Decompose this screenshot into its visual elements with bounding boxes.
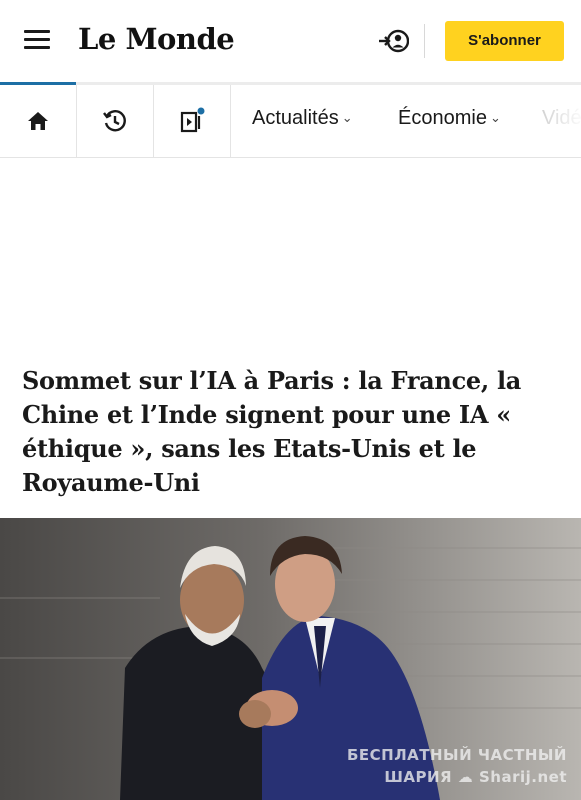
article-headline[interactable]: Sommet sur l’IA à Paris : la France, la … [22,364,562,500]
article-photo[interactable]: БЕСПЛАТНЫЙ ЧАСТНЫЙ ШАРИЯ ☁ Sharij.net [0,518,581,800]
login-user-icon[interactable] [377,27,410,55]
chevron-down-icon: ⌄ [489,110,501,125]
hamburger-menu-icon[interactable] [24,30,50,50]
chevron-down-icon: ⌄ [341,110,353,125]
nav-videos[interactable] [154,85,231,157]
home-icon [28,112,48,130]
watermark: БЕСПЛАТНЫЙ ЧАСТНЫЙ ШАРИЯ ☁ Sharij.net [346,746,567,786]
nav-link-actualites[interactable]: Actualités ⌄ [252,107,353,130]
video-notification-icon [180,107,205,133]
site-logo[interactable]: Le Monde [78,22,235,56]
section-nav: Actualités ⌄ Économie ⌄ Vidé [0,85,581,158]
header-divider [424,24,425,58]
nav-link-videos[interactable]: Vidé [542,107,581,130]
history-icon [103,110,126,132]
site-header: Le Monde S'abonner [0,0,581,82]
nav-history[interactable] [77,85,154,157]
nav-home[interactable] [0,85,77,157]
nav-link-economie[interactable]: Économie ⌄ [398,107,501,130]
subscribe-button[interactable]: S'abonner [445,21,564,61]
